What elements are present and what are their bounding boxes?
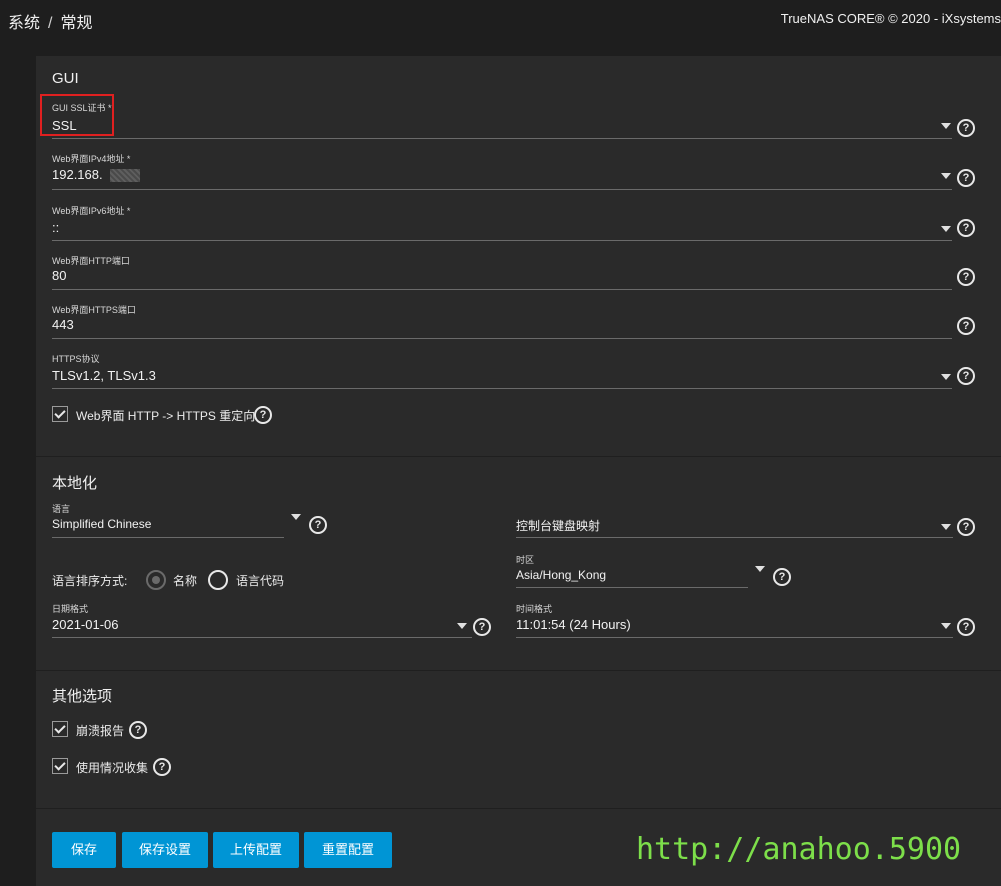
redirect-label: Web界面 HTTP -> HTTPS 重定向 <box>76 409 256 423</box>
ssl-cert-value: SSL <box>52 118 77 133</box>
http-port-underline <box>52 289 952 290</box>
console-keymap-select[interactable]: 控制台键盘映射 <box>516 502 953 540</box>
breadcrumb-general: 常规 <box>60 15 93 32</box>
chevron-down-icon <box>941 623 951 629</box>
chevron-down-icon[interactable] <box>755 566 765 572</box>
breadcrumb-system[interactable]: 系统 <box>8 15 40 32</box>
question-circle-icon[interactable]: ? <box>957 119 975 137</box>
https-protocol-value: TLSv1.2, TLSv1.3 <box>52 368 156 383</box>
question-circle-icon[interactable]: ? <box>957 518 975 536</box>
date-format-select[interactable]: 日期格式 2021-01-06 <box>52 602 472 640</box>
time-format-value: 11:01:54 (24 Hours) <box>516 617 631 632</box>
save-config-button[interactable]: 保存设置 <box>122 832 208 868</box>
time-format-underline <box>516 637 953 638</box>
section-divider <box>36 808 1001 809</box>
question-circle-icon[interactable]: ? <box>957 169 975 187</box>
chevron-down-icon <box>941 173 951 179</box>
question-circle-icon[interactable]: ? <box>473 618 491 636</box>
other-section-title: 其他选项 <box>52 688 113 705</box>
redirect-checkbox[interactable] <box>52 406 68 422</box>
question-circle-icon[interactable]: ? <box>957 618 975 636</box>
sort-label: 语言排序方式: <box>52 574 128 588</box>
usage-collection-checkbox[interactable] <box>52 758 68 774</box>
timezone-label: 时区 <box>516 555 535 565</box>
language-select[interactable]: 语言 Simplified Chinese <box>52 502 284 540</box>
https-protocol-select[interactable]: HTTPS协议 TLSv1.2, TLSv1.3 <box>52 352 952 390</box>
section-divider <box>36 456 1001 457</box>
ipv4-underline <box>52 189 952 190</box>
question-circle-icon[interactable]: ? <box>254 406 272 424</box>
http-port-value: 80 <box>52 268 67 283</box>
question-circle-icon[interactable]: ? <box>957 317 975 335</box>
question-circle-icon[interactable]: ? <box>957 268 975 286</box>
question-circle-icon[interactable]: ? <box>153 758 171 776</box>
date-format-label: 日期格式 <box>52 604 89 614</box>
breadcrumb-separator: / <box>48 15 53 32</box>
sort-by-code-label: 语言代码 <box>236 574 285 588</box>
chevron-down-icon <box>941 226 951 232</box>
timezone-underline <box>516 587 748 588</box>
ipv6-underline <box>52 240 952 241</box>
chevron-down-icon <box>941 374 951 380</box>
language-label: 语言 <box>52 504 71 514</box>
http-port-label: Web界面HTTP端口 <box>52 256 130 266</box>
reset-config-button[interactable]: 重置配置 <box>304 832 392 868</box>
crash-report-label: 崩溃报告 <box>76 724 125 738</box>
breadcrumb: 系统 / 常规 <box>8 9 92 33</box>
crash-report-checkbox[interactable] <box>52 721 68 737</box>
https-protocol-label: HTTPS协议 <box>52 354 100 364</box>
language-underline <box>52 537 284 538</box>
ipv6-select[interactable]: Web界面IPv6地址 * :: <box>52 204 952 242</box>
question-circle-icon[interactable]: ? <box>129 721 147 739</box>
timezone-select[interactable]: 时区 Asia/Hong_Kong <box>516 553 748 591</box>
time-format-select[interactable]: 时间格式 11:01:54 (24 Hours) <box>516 602 953 640</box>
gui-section-title: GUI <box>52 70 79 87</box>
copyright-text: TrueNAS CORE® © 2020 - iXsystems <box>780 11 1001 26</box>
question-circle-icon[interactable]: ? <box>957 367 975 385</box>
ipv6-value: :: <box>52 220 60 235</box>
https-port-label: Web界面HTTPS端口 <box>52 305 136 315</box>
ipv4-select[interactable]: Web界面IPv4地址 * 192.168. <box>52 152 952 190</box>
sort-by-name-label: 名称 <box>173 574 198 588</box>
chevron-down-icon <box>941 524 951 530</box>
ssl-cert-underline <box>52 138 952 139</box>
https-protocol-underline <box>52 388 952 389</box>
question-circle-icon[interactable]: ? <box>957 219 975 237</box>
top-bar: 系统 / 常规 TrueNAS CORE® © 2020 - iXsystems <box>0 0 1001 38</box>
https-port-input[interactable]: Web界面HTTPS端口 443 <box>52 303 952 341</box>
https-port-value: 443 <box>52 317 74 332</box>
chevron-down-icon <box>457 623 467 629</box>
upload-config-button[interactable]: 上传配置 <box>213 832 299 868</box>
console-keymap-underline <box>516 537 953 538</box>
sort-by-code-radio[interactable] <box>208 570 228 590</box>
ipv4-label: Web界面IPv4地址 * <box>52 154 131 164</box>
ipv6-label: Web界面IPv6地址 * <box>52 206 131 216</box>
time-format-label: 时间格式 <box>516 604 553 614</box>
save-button[interactable]: 保存 <box>52 832 116 868</box>
http-port-input[interactable]: Web界面HTTP端口 80 <box>52 254 952 292</box>
console-keymap-value: 控制台键盘映射 <box>516 519 601 533</box>
language-value: Simplified Chinese <box>52 517 152 531</box>
ssl-cert-label: GUI SSL证书 * <box>52 103 112 113</box>
watermark-text: http://anahoo.5900 <box>636 832 962 867</box>
ssl-cert-select[interactable]: GUI SSL证书 * SSL <box>52 101 952 139</box>
date-format-underline <box>52 637 472 638</box>
question-circle-icon[interactable]: ? <box>773 568 791 586</box>
chevron-down-icon <box>941 123 951 129</box>
localization-section-title: 本地化 <box>52 475 98 492</box>
date-format-value: 2021-01-06 <box>52 617 119 632</box>
question-circle-icon[interactable]: ? <box>309 516 327 534</box>
sort-by-name-radio[interactable] <box>146 570 166 590</box>
timezone-value: Asia/Hong_Kong <box>516 568 607 582</box>
redacted-ip-block <box>110 169 140 182</box>
settings-card: GUI GUI SSL证书 * SSL ? Web界面IPv4地址 * 192.… <box>36 56 1001 886</box>
ipv4-value: 192.168. <box>52 167 103 182</box>
section-divider <box>36 670 1001 671</box>
chevron-down-icon[interactable] <box>291 514 301 520</box>
https-port-underline <box>52 338 952 339</box>
usage-collection-label: 使用情况收集 <box>76 761 149 775</box>
